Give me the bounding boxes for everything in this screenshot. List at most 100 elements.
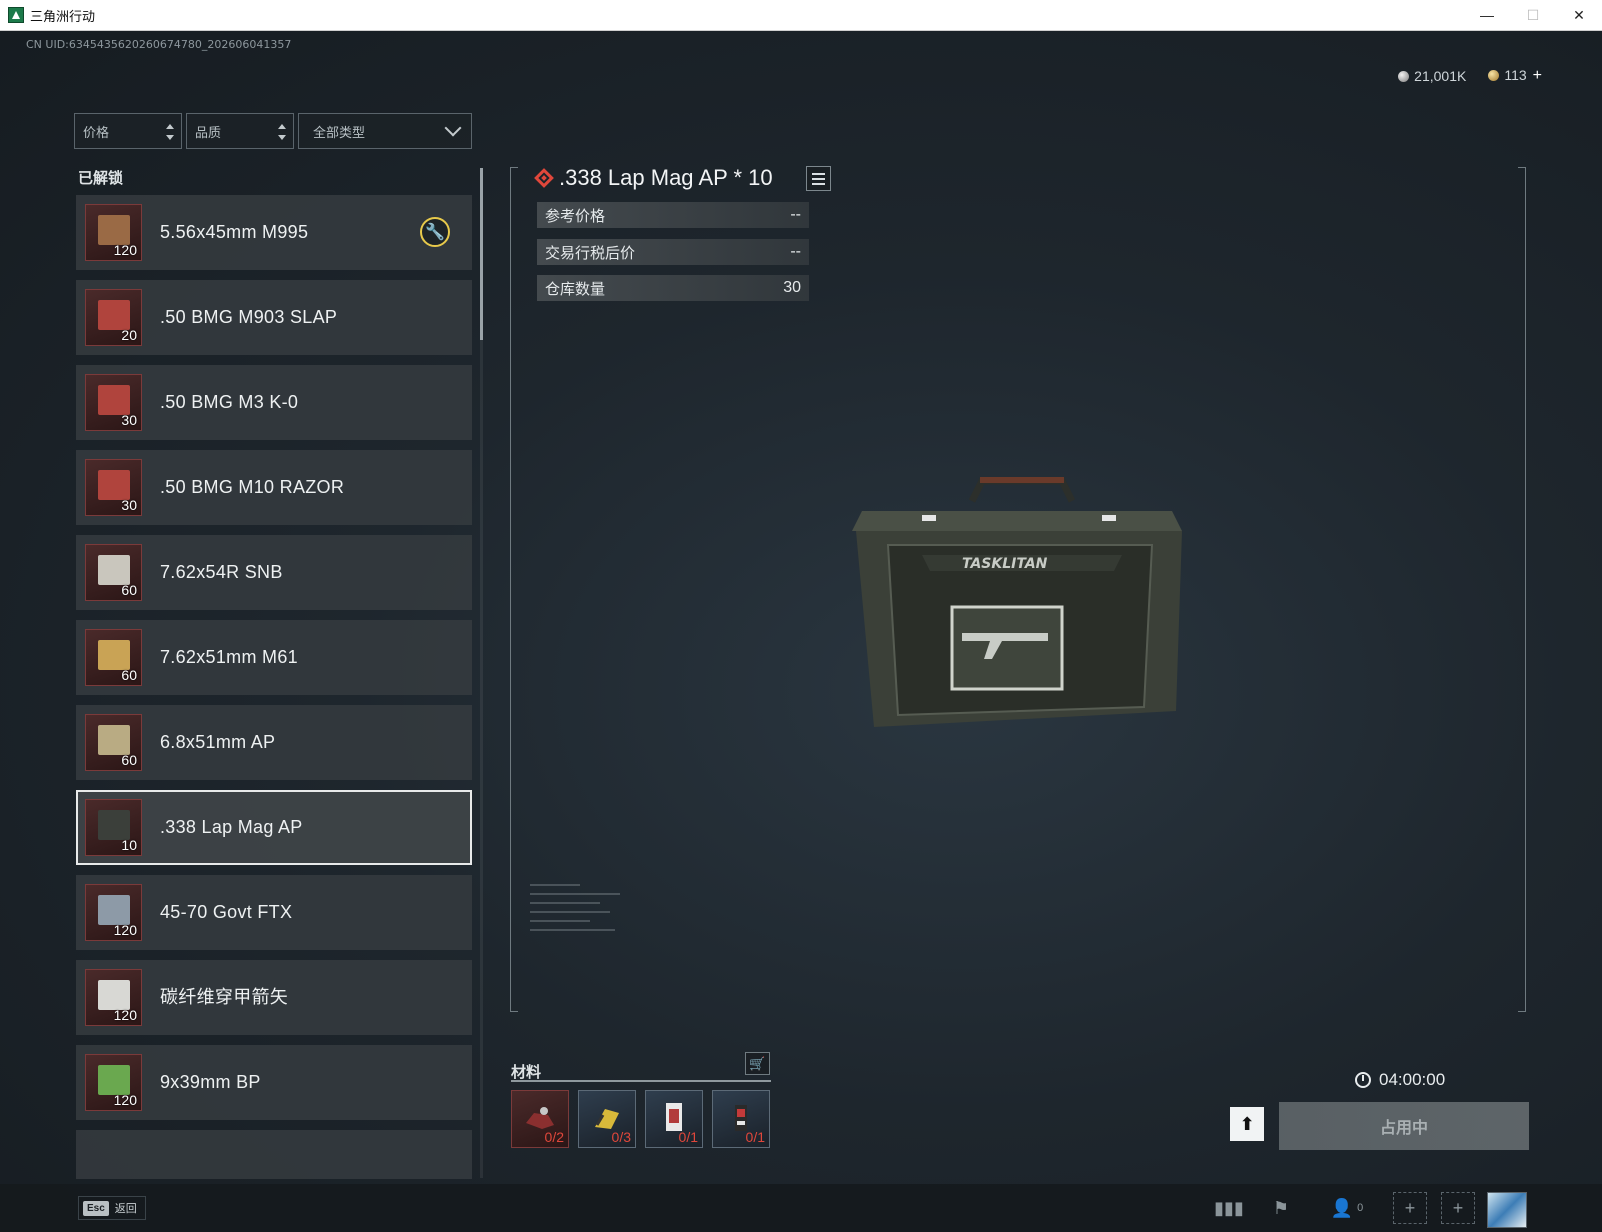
item-thumbnail: 10 bbox=[85, 799, 142, 856]
list-item[interactable]: 60 6.8x51mm AP bbox=[76, 705, 472, 780]
item-name: 碳纤维穿甲箭矢 bbox=[160, 987, 289, 1007]
stat-label: 参考价格 bbox=[545, 207, 606, 225]
ammo-box-icon bbox=[98, 470, 130, 500]
ammo-box-icon bbox=[98, 895, 130, 925]
recipe-list: 120 5.56x45mm M995 🔧 20 .50 BMG M903 SLA… bbox=[76, 195, 472, 1179]
stat-after-tax-price: 交易行税后价 -- bbox=[537, 239, 809, 265]
stat-value: -- bbox=[790, 206, 801, 223]
silver-coin-icon bbox=[1398, 71, 1410, 82]
material-slot[interactable]: 0/1 bbox=[645, 1090, 703, 1148]
materials-divider bbox=[511, 1080, 771, 1082]
ammo-box-icon bbox=[98, 810, 130, 840]
silver-balance[interactable]: 21,001K bbox=[1398, 68, 1466, 84]
stat-label: 交易行税后价 bbox=[545, 244, 636, 262]
list-item[interactable]: 120 碳纤维穿甲箭矢 bbox=[76, 960, 472, 1035]
list-item-partial[interactable] bbox=[76, 1130, 472, 1179]
item-name: 7.62x51mm M61 bbox=[160, 647, 298, 667]
occupied-button[interactable]: 占用中 bbox=[1279, 1102, 1529, 1150]
esc-key: Esc bbox=[83, 1200, 109, 1216]
avatar[interactable] bbox=[1487, 1192, 1527, 1228]
list-item[interactable]: 120 45-70 Govt FTX bbox=[76, 875, 472, 950]
wrench-icon: 🔧 bbox=[420, 217, 450, 247]
bottom-bar: Esc 返回 ▮▮▮ ⚑ 👤 0 + + bbox=[0, 1184, 1602, 1232]
materials-label: 材料 bbox=[511, 1064, 542, 1081]
back-button[interactable]: Esc 返回 bbox=[78, 1196, 146, 1220]
ammo-box-icon bbox=[98, 725, 130, 755]
back-label: 返回 bbox=[114, 1203, 137, 1215]
item-thumbnail: 120 bbox=[85, 204, 142, 261]
upload-arrow-button[interactable]: ⬆ bbox=[1230, 1107, 1264, 1141]
item-thumbnail: 60 bbox=[85, 714, 142, 771]
item-name: .338 Lap Mag AP bbox=[160, 817, 303, 837]
item-qty: 120 bbox=[113, 1092, 137, 1108]
item-thumbnail: 60 bbox=[85, 629, 142, 686]
quality-sort-filter[interactable]: 品质 bbox=[186, 113, 294, 149]
flag-icon[interactable]: ⚑ bbox=[1264, 1192, 1298, 1224]
list-item[interactable]: 30 .50 BMG M3 K-0 bbox=[76, 365, 472, 440]
craft-time: 04:00:00 bbox=[1379, 1070, 1446, 1089]
close-button[interactable]: ✕ bbox=[1556, 0, 1602, 30]
add-gold-button[interactable]: + bbox=[1533, 67, 1542, 84]
unlocked-section-label: 已解锁 bbox=[78, 170, 124, 187]
item-name: 9x39mm BP bbox=[160, 1072, 261, 1092]
add-slot-2-icon[interactable]: + bbox=[1441, 1192, 1475, 1224]
item-qty: 60 bbox=[121, 582, 137, 598]
gold-amount: 113 bbox=[1504, 67, 1527, 83]
item-qty: 20 bbox=[121, 327, 137, 343]
list-item[interactable]: 20 .50 BMG M903 SLAP bbox=[76, 280, 472, 355]
price-filter-label: 价格 bbox=[83, 124, 110, 140]
item-thumbnail: 20 bbox=[85, 289, 142, 346]
ammo-box-icon bbox=[98, 300, 130, 330]
list-item[interactable]: 120 5.56x45mm M995 🔧 bbox=[76, 195, 472, 270]
sort-arrows-icon bbox=[278, 124, 287, 140]
material-qty: 0/1 bbox=[678, 1129, 698, 1145]
material-slot[interactable]: 0/3 bbox=[578, 1090, 636, 1148]
detail-frame-left bbox=[510, 167, 518, 1012]
stat-value: -- bbox=[790, 243, 801, 260]
minimize-button[interactable]: — bbox=[1464, 0, 1510, 30]
detail-list-icon[interactable] bbox=[806, 166, 831, 191]
item-name: 7.62x54R SNB bbox=[160, 562, 283, 582]
material-qty: 0/2 bbox=[544, 1129, 564, 1145]
material-slot[interactable]: 0/1 bbox=[712, 1090, 770, 1148]
ammo-box-icon bbox=[98, 640, 130, 670]
material-slot[interactable]: 0/2 bbox=[511, 1090, 569, 1148]
ammo-box-icon bbox=[98, 555, 130, 585]
price-sort-filter[interactable]: 价格 bbox=[74, 113, 182, 149]
detail-frame-right bbox=[1518, 167, 1526, 1012]
currency-bar: 21,001K 113 + bbox=[1398, 67, 1542, 85]
ammo-box-brand: TASKLITAN bbox=[962, 556, 1048, 572]
list-item[interactable]: 60 7.62x51mm M61 bbox=[76, 620, 472, 695]
type-dropdown-value: 全部类型 bbox=[313, 124, 366, 140]
craft-timer: 04:00:00 bbox=[1355, 1070, 1445, 1090]
maximize-button[interactable]: ☐ bbox=[1510, 0, 1556, 30]
item-qty: 120 bbox=[113, 242, 137, 258]
cart-icon[interactable]: 🛒 bbox=[745, 1052, 770, 1075]
stats-chart-icon[interactable]: ▮▮▮ bbox=[1212, 1192, 1246, 1224]
sort-arrows-icon bbox=[166, 124, 175, 140]
ammo-box-icon bbox=[98, 1065, 130, 1095]
item-thumbnail: 60 bbox=[85, 544, 142, 601]
item-name: 6.8x51mm AP bbox=[160, 732, 276, 752]
gold-balance[interactable]: 113 + bbox=[1488, 67, 1542, 85]
type-dropdown[interactable]: 全部类型 bbox=[298, 113, 472, 149]
decorative-text-lines bbox=[530, 884, 630, 994]
stat-reference-price: 参考价格 -- bbox=[537, 202, 809, 228]
workbench-screen: CN UID:6345435620260674780_202606041357 … bbox=[0, 31, 1602, 1232]
friends-button[interactable]: 👤 0 bbox=[1322, 1192, 1372, 1224]
material-qty: 0/3 bbox=[611, 1129, 631, 1145]
list-scrollbar-thumb[interactable] bbox=[480, 168, 483, 340]
list-item[interactable]: 60 7.62x54R SNB bbox=[76, 535, 472, 610]
item-qty: 30 bbox=[121, 412, 137, 428]
list-item[interactable]: 120 9x39mm BP bbox=[76, 1045, 472, 1120]
item-thumbnail: 120 bbox=[85, 969, 142, 1026]
stat-label: 仓库数量 bbox=[545, 280, 606, 298]
list-item[interactable]: 30 .50 BMG M10 RAZOR bbox=[76, 450, 472, 525]
list-item-selected[interactable]: 10 .338 Lap Mag AP bbox=[76, 790, 472, 865]
add-slot-1-icon[interactable]: + bbox=[1393, 1192, 1427, 1224]
friends-count: 0 bbox=[1357, 1202, 1364, 1214]
window-controls: — ☐ ✕ bbox=[1464, 0, 1602, 30]
item-name: 5.56x45mm M995 bbox=[160, 222, 309, 242]
item-thumbnail: 120 bbox=[85, 1054, 142, 1111]
material-qty: 0/1 bbox=[745, 1129, 765, 1145]
